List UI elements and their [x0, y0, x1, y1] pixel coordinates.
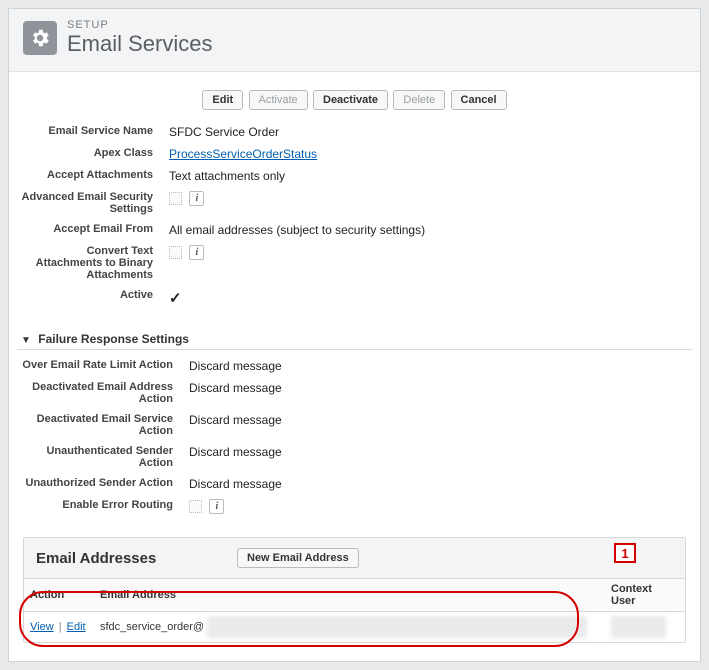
label-accept-email-from: Accept Email From	[13, 218, 163, 240]
email-addresses-table: Action Email Address Context User View |…	[24, 579, 685, 642]
toolbar: Edit Activate Deactivate Delete Cancel	[13, 84, 696, 120]
detail-body: Edit Activate Deactivate Delete Cancel E…	[9, 72, 700, 661]
header-text: SETUP Email Services	[67, 19, 212, 57]
checkmark-icon: ✓	[169, 290, 182, 307]
page-header: SETUP Email Services	[9, 9, 700, 72]
value-accept-email-from: All email addresses (subject to security…	[163, 218, 696, 240]
label-apex-class: Apex Class	[13, 142, 163, 164]
gear-icon	[29, 27, 51, 49]
label-email-service-name: Email Service Name	[13, 120, 163, 142]
info-icon[interactable]: i	[189, 245, 204, 260]
label-deact-svc: Deactivated Email Service Action	[13, 408, 183, 440]
label-unauthz-sender: Unauthorized Sender Action	[13, 472, 183, 494]
info-icon[interactable]: i	[209, 499, 224, 514]
page-title: Email Services	[67, 31, 212, 57]
view-link[interactable]: View	[30, 621, 54, 633]
apex-class-link[interactable]: ProcessServiceOrderStatus	[169, 147, 317, 161]
new-email-address-button[interactable]: New Email Address	[237, 548, 359, 568]
email-address-prefix: sfdc_service_order@	[100, 621, 204, 633]
label-deact-addr: Deactivated Email Address Action	[13, 376, 183, 408]
failure-section-title: Failure Response Settings	[38, 332, 189, 346]
value-email-service-name: SFDC Service Order	[163, 120, 696, 142]
col-email: Email Address	[94, 579, 605, 612]
email-service-panel: SETUP Email Services Edit Activate Deact…	[8, 8, 701, 662]
edit-link[interactable]: Edit	[67, 621, 86, 633]
convert-text-checkbox	[169, 246, 182, 259]
label-error-routing: Enable Error Routing	[13, 494, 183, 517]
activate-button[interactable]: Activate	[249, 90, 308, 110]
value-over-rate: Discard message	[183, 354, 696, 376]
value-accept-attachments: Text attachments only	[163, 164, 696, 186]
callout-number: 1	[614, 543, 636, 563]
col-action: Action	[24, 579, 94, 612]
col-context-user: Context User	[605, 579, 685, 612]
label-over-rate: Over Email Rate Limit Action	[13, 354, 183, 376]
redacted-email-domain	[207, 616, 587, 638]
cancel-button[interactable]: Cancel	[451, 90, 507, 110]
info-icon[interactable]: i	[189, 191, 204, 206]
error-routing-checkbox	[189, 500, 202, 513]
address-row: View | Edit sfdc_service_order@	[24, 612, 685, 643]
header-eyebrow: SETUP	[67, 19, 212, 31]
email-addresses-header: Email Addresses New Email Address	[24, 538, 685, 579]
label-advanced-security: Advanced Email Security Settings	[13, 186, 163, 218]
label-active: Active	[13, 284, 163, 310]
label-convert-text: Convert Text Attachments to Binary Attac…	[13, 240, 163, 284]
label-unauth-sender: Unauthenticated Sender Action	[13, 440, 183, 472]
detail-table: Email Service Name SFDC Service Order Ap…	[13, 120, 696, 310]
deactivate-button[interactable]: Deactivate	[313, 90, 388, 110]
value-deact-addr: Discard message	[183, 376, 696, 408]
redacted-context-user	[611, 616, 666, 638]
email-addresses-title: Email Addresses	[36, 550, 236, 567]
separator: |	[57, 621, 64, 633]
collapse-triangle-icon: ▼	[21, 335, 31, 346]
delete-button[interactable]: Delete	[393, 90, 445, 110]
failure-table: Over Email Rate Limit Action Discard mes…	[13, 354, 696, 517]
value-deact-svc: Discard message	[183, 408, 696, 440]
advanced-security-checkbox	[169, 192, 182, 205]
edit-button[interactable]: Edit	[202, 90, 243, 110]
setup-gear-badge	[23, 21, 57, 55]
email-addresses-block: Email Addresses New Email Address Action…	[23, 537, 686, 643]
label-accept-attachments: Accept Attachments	[13, 164, 163, 186]
value-unauth-sender: Discard message	[183, 440, 696, 472]
failure-section-header[interactable]: ▼ Failure Response Settings	[17, 328, 692, 350]
value-unauthz-sender: Discard message	[183, 472, 696, 494]
